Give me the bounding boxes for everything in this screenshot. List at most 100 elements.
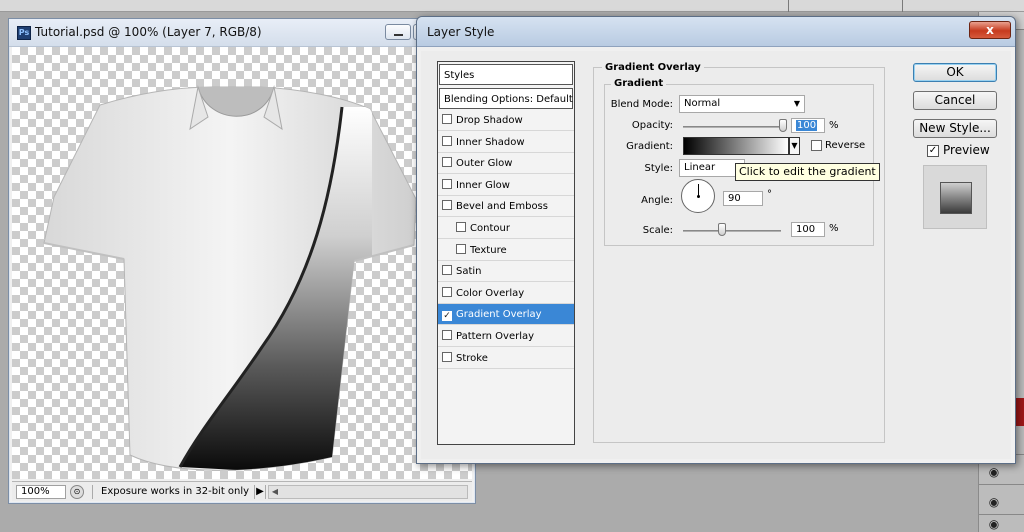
style-item-texture[interactable]: Texture bbox=[438, 240, 574, 261]
scale-input[interactable]: 100 bbox=[791, 222, 825, 237]
style-checkbox[interactable]: ✓ bbox=[442, 311, 452, 322]
scale-unit: % bbox=[829, 223, 839, 234]
photoshop-icon: Ps bbox=[17, 26, 31, 40]
gradient-overlay-group: Gradient Overlay Gradient Blend Mode: No… bbox=[593, 62, 885, 443]
scale-label: Scale: bbox=[642, 225, 673, 236]
style-checkbox[interactable] bbox=[442, 178, 452, 189]
document-title: Tutorial.psd @ 100% (Layer 7, RGB/8) bbox=[35, 25, 262, 39]
style-item-label: Texture bbox=[470, 244, 507, 256]
style-item-gradient-overlay[interactable]: ✓ Gradient Overlay bbox=[438, 304, 574, 326]
status-menu-arrow-icon[interactable]: ▶ bbox=[254, 485, 266, 499]
minimize-icon bbox=[394, 34, 403, 36]
opacity-slider-handle[interactable] bbox=[779, 119, 787, 132]
style-item-inner-glow[interactable]: Inner Glow bbox=[438, 175, 574, 196]
opacity-slider[interactable] bbox=[683, 126, 787, 128]
styles-list: Styles Blending Options: Default Drop Sh… bbox=[437, 61, 575, 445]
eye-icon[interactable]: ◉ bbox=[987, 464, 1001, 480]
layer-row-divider bbox=[979, 514, 1024, 515]
toolbar-separator bbox=[902, 0, 903, 12]
preview-label: Preview bbox=[943, 143, 990, 157]
style-item-label: Satin bbox=[456, 266, 482, 278]
horizontal-scrollbar[interactable]: ◀ bbox=[268, 485, 468, 499]
opacity-label: Opacity: bbox=[631, 120, 673, 131]
opacity-value: 100 bbox=[796, 120, 818, 131]
scale-slider[interactable] bbox=[683, 230, 781, 232]
gradient-label: Gradient: bbox=[626, 141, 673, 152]
document-titlebar[interactable]: Ps Tutorial.psd @ 100% (Layer 7, RGB/8) bbox=[9, 19, 475, 47]
style-checkbox[interactable] bbox=[442, 157, 452, 168]
angle-dial[interactable] bbox=[681, 179, 715, 213]
scale-value: 100 bbox=[796, 224, 816, 235]
document-status-bar: 100% ⊙ Exposure works in 32-bit only ▶ ◀ bbox=[12, 481, 472, 501]
eye-icon[interactable]: ◉ bbox=[987, 494, 1001, 510]
reverse-checkbox[interactable] bbox=[811, 140, 822, 151]
style-item-stroke[interactable]: Stroke bbox=[438, 348, 574, 369]
dialog-title: Layer Style bbox=[427, 25, 495, 39]
eye-icon[interactable]: ◉ bbox=[987, 516, 1001, 532]
blending-options-item[interactable]: Blending Options: Default bbox=[439, 88, 573, 109]
style-item-inner-shadow[interactable]: Inner Shadow bbox=[438, 132, 574, 153]
scale-slider-handle[interactable] bbox=[718, 223, 727, 236]
style-item-color-overlay[interactable]: Color Overlay bbox=[438, 283, 574, 304]
style-preview bbox=[923, 165, 987, 229]
style-checkbox[interactable] bbox=[442, 200, 452, 211]
document-canvas[interactable] bbox=[12, 47, 472, 479]
angle-value: 90 bbox=[728, 193, 741, 204]
style-checkbox[interactable] bbox=[442, 351, 452, 362]
toolbar-separator bbox=[788, 0, 789, 12]
new-style-button[interactable]: New Style... bbox=[913, 119, 997, 138]
style-item-outer-glow[interactable]: Outer Glow bbox=[438, 153, 574, 175]
style-checkbox[interactable] bbox=[442, 135, 452, 146]
style-item-bevel-and-emboss[interactable]: Bevel and Emboss bbox=[438, 196, 574, 218]
style-checkbox[interactable] bbox=[456, 243, 466, 254]
layer-style-dialog: Layer Style x Styles Blending Options: D… bbox=[416, 16, 1016, 464]
style-value: Linear bbox=[684, 162, 716, 173]
dialog-body: Styles Blending Options: Default Drop Sh… bbox=[421, 51, 1011, 459]
style-item-label: Contour bbox=[470, 223, 510, 234]
styles-header[interactable]: Styles bbox=[439, 64, 573, 85]
style-checkbox[interactable] bbox=[456, 222, 466, 232]
style-item-label: Bevel and Emboss bbox=[456, 201, 548, 213]
status-info-icon[interactable]: ⊙ bbox=[70, 485, 84, 499]
opacity-unit: % bbox=[829, 120, 839, 131]
style-checkbox[interactable] bbox=[442, 330, 452, 340]
angle-dial-hub bbox=[697, 195, 700, 198]
layer-row-divider bbox=[979, 484, 1024, 485]
dialog-titlebar[interactable]: Layer Style x bbox=[417, 17, 1015, 47]
angle-input[interactable]: 90 bbox=[723, 191, 763, 206]
group-title: Gradient bbox=[611, 78, 667, 89]
style-item-satin[interactable]: Satin bbox=[438, 261, 574, 283]
scroll-left-icon[interactable]: ◀ bbox=[269, 486, 281, 498]
close-button[interactable]: x bbox=[969, 21, 1011, 39]
style-item-drop-shadow[interactable]: Drop Shadow bbox=[438, 110, 574, 131]
app-top-strip bbox=[0, 0, 1024, 12]
chevron-down-icon[interactable]: ▼ bbox=[789, 137, 800, 155]
blend-mode-select[interactable]: Normal ▼ bbox=[679, 95, 805, 113]
style-label: Style: bbox=[644, 163, 674, 174]
chevron-down-icon: ▼ bbox=[793, 99, 800, 108]
gradient-swatch[interactable] bbox=[683, 137, 789, 155]
angle-label: Angle: bbox=[641, 195, 673, 206]
style-checkbox[interactable] bbox=[442, 286, 452, 297]
minimize-button[interactable] bbox=[385, 24, 411, 40]
cancel-button[interactable]: Cancel bbox=[913, 91, 997, 110]
document-window: Ps Tutorial.psd @ 100% (Layer 7, RGB/8) bbox=[8, 18, 476, 504]
style-checkbox[interactable] bbox=[442, 265, 452, 276]
opacity-input[interactable]: 100 bbox=[791, 118, 825, 133]
reverse-label: Reverse bbox=[825, 140, 866, 151]
style-item-label: Stroke bbox=[456, 352, 488, 364]
tshirt-artwork bbox=[43, 85, 417, 471]
ok-button[interactable]: OK bbox=[913, 63, 997, 82]
style-item-label: Gradient Overlay bbox=[456, 309, 542, 321]
status-text: Exposure works in 32-bit only bbox=[92, 485, 252, 499]
style-item-label: Inner Glow bbox=[456, 179, 510, 191]
preview-checkbox[interactable]: ✓ bbox=[927, 145, 939, 157]
style-item-contour[interactable]: Contour bbox=[438, 218, 574, 239]
style-item-pattern-overlay[interactable]: Pattern Overlay bbox=[438, 326, 574, 347]
preview-swatch bbox=[940, 182, 972, 214]
gradient-tooltip: Click to edit the gradient bbox=[735, 163, 880, 181]
blend-mode-value: Normal bbox=[684, 98, 721, 109]
style-checkbox[interactable] bbox=[442, 114, 452, 124]
zoom-level-field[interactable]: 100% bbox=[16, 485, 66, 499]
style-item-label: Color Overlay bbox=[456, 287, 525, 299]
